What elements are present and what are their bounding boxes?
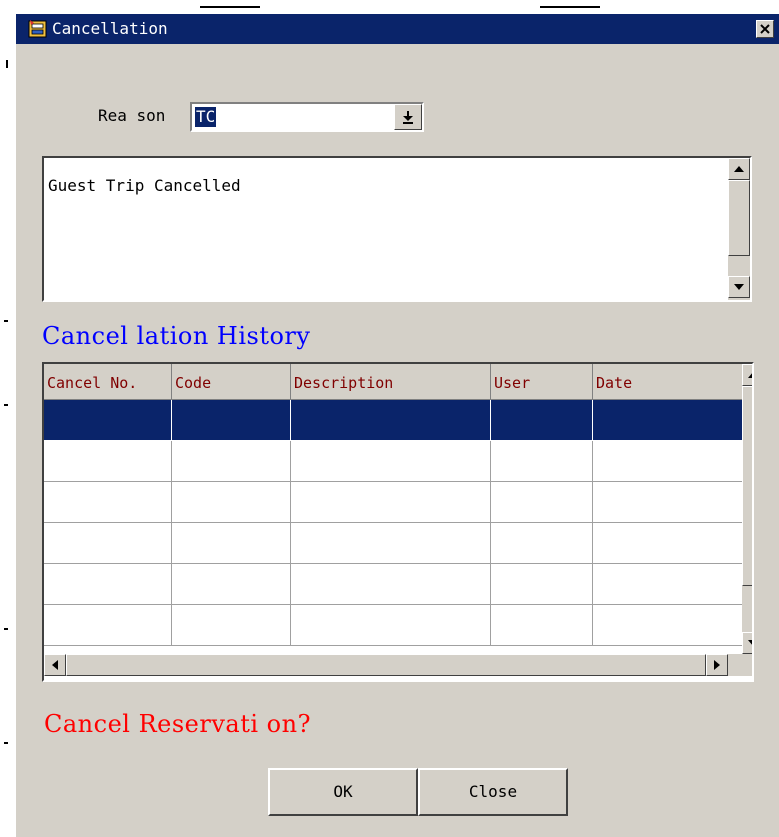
grid-horizontal-scrollbar[interactable] [44, 654, 752, 676]
table-cell[interactable] [491, 564, 593, 605]
scroll-right-button[interactable] [706, 654, 728, 676]
reason-value: TC [195, 107, 217, 127]
table-cell[interactable] [593, 523, 744, 564]
arrow-down-icon [748, 640, 752, 645]
chevron-down-icon [403, 111, 413, 124]
table-row[interactable] [44, 482, 744, 523]
table-cell[interactable] [593, 482, 744, 523]
arrow-down-icon [734, 284, 744, 290]
scroll-down-button[interactable] [728, 276, 750, 298]
reason-description-textarea[interactable]: Guest Trip Cancelled [42, 156, 752, 302]
reason-label: Rea son [98, 106, 166, 125]
background-mark [4, 320, 8, 322]
background-strip [0, 0, 14, 837]
scroll-down-button[interactable] [742, 632, 752, 654]
scroll-thumb[interactable] [728, 180, 750, 256]
app-icon [28, 20, 47, 38]
table-cell[interactable] [291, 605, 491, 646]
table-cell[interactable] [291, 564, 491, 605]
table-cell[interactable] [172, 441, 291, 482]
table-cell[interactable] [491, 523, 593, 564]
table-cell[interactable] [593, 400, 744, 441]
table-cell[interactable] [44, 400, 172, 441]
table-cell[interactable] [172, 523, 291, 564]
table-cell[interactable] [172, 605, 291, 646]
scroll-up-button[interactable] [742, 364, 752, 386]
table-cell[interactable] [593, 441, 744, 482]
scroll-thumb[interactable] [742, 386, 752, 586]
arrow-right-icon [714, 660, 720, 670]
close-dialog-button[interactable]: Close [418, 768, 568, 816]
scroll-left-button[interactable] [44, 654, 66, 676]
table-cell[interactable] [172, 400, 291, 441]
table-cell[interactable] [291, 441, 491, 482]
table-row[interactable] [44, 564, 744, 605]
table-cell[interactable] [291, 523, 491, 564]
table-cell[interactable] [491, 400, 593, 441]
reason-description-text: Guest Trip Cancelled [48, 176, 241, 195]
grid-vertical-scrollbar[interactable] [742, 364, 752, 654]
table-cell[interactable] [44, 564, 172, 605]
background-mark [6, 60, 8, 68]
column-header-date[interactable]: Date [593, 364, 744, 400]
memo-vertical-scrollbar[interactable] [728, 158, 750, 300]
table-row[interactable] [44, 605, 744, 646]
title-bar[interactable]: Cancellation [16, 14, 779, 44]
column-header-code[interactable]: Code [172, 364, 291, 400]
close-button-label: Close [468, 782, 518, 801]
ok-button[interactable]: OK [268, 768, 418, 816]
ok-button-label: OK [333, 782, 353, 801]
close-button[interactable] [756, 20, 774, 38]
table-cell[interactable] [44, 482, 172, 523]
column-header-user[interactable]: User [491, 364, 593, 400]
table-cell[interactable] [291, 482, 491, 523]
cancellation-history-grid[interactable]: Cancel No. Code Description User Date [42, 362, 754, 682]
column-header-description[interactable]: Description [291, 364, 491, 400]
table-cell[interactable] [44, 441, 172, 482]
scroll-thumb[interactable] [66, 654, 706, 676]
background-mark [4, 404, 8, 406]
scroll-up-button[interactable] [728, 158, 750, 180]
table-cell[interactable] [491, 605, 593, 646]
table-cell[interactable] [593, 605, 744, 646]
table-cell[interactable] [491, 441, 593, 482]
table-cell[interactable] [593, 564, 744, 605]
background-mark [540, 6, 600, 8]
cancel-reservation-prompt: Cancel Reservati on? [44, 710, 311, 738]
background-mark [200, 6, 260, 8]
table-cell[interactable] [44, 523, 172, 564]
arrow-left-icon [52, 660, 58, 670]
table-row[interactable] [44, 400, 744, 441]
grid-header: Cancel No. Code Description User Date [44, 364, 744, 400]
table-cell[interactable] [172, 564, 291, 605]
cancellation-dialog: Cancellation Rea son TC Guest Trip Cance… [14, 12, 779, 837]
reason-dropdown-button[interactable] [394, 104, 422, 130]
table-cell[interactable] [491, 482, 593, 523]
column-header-cancel-no[interactable]: Cancel No. [44, 364, 172, 400]
arrow-up-icon [734, 166, 744, 172]
background-mark [4, 742, 8, 744]
window-title: Cancellation [52, 19, 168, 38]
reason-combobox[interactable]: TC [190, 102, 424, 132]
table-cell[interactable] [44, 605, 172, 646]
table-cell[interactable] [172, 482, 291, 523]
table-row[interactable] [44, 441, 744, 482]
table-cell[interactable] [291, 400, 491, 441]
table-row[interactable] [44, 523, 744, 564]
background-mark [4, 628, 8, 630]
close-icon [760, 24, 770, 34]
cancellation-history-heading: Cancel lation History [42, 322, 311, 350]
arrow-up-icon [748, 373, 752, 378]
